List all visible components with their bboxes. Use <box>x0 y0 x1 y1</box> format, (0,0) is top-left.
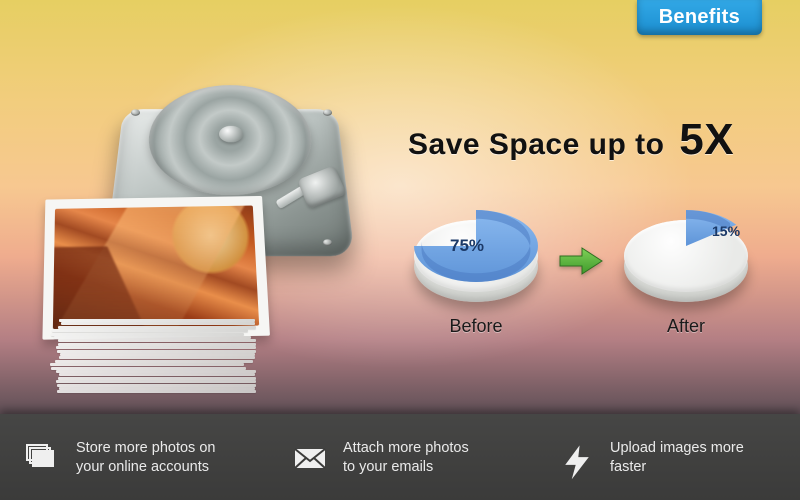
benefits-badge: Benefits <box>637 0 762 35</box>
headline-text: Save Space up to <box>408 128 664 161</box>
benefits-badge-label: Benefits <box>659 6 740 28</box>
headline-big: 5X <box>679 115 734 164</box>
pie-wedge-after <box>624 210 748 282</box>
benefit-email-l2: to your emails <box>343 458 469 477</box>
headline: Save Space up to 5X <box>408 115 734 165</box>
benefit-upload-l2: faster <box>610 458 744 477</box>
benefit-email-l1: Attach more photos <box>343 440 469 456</box>
envelope-icon <box>293 444 327 472</box>
pie-before-value: 75% <box>450 236 484 256</box>
benefit-email: Attach more photos to your emails <box>266 439 533 477</box>
chart-before-label: Before <box>402 316 550 337</box>
benefit-upload: Upload images more faster <box>533 439 800 477</box>
footer-bar: Store more photos on your online account… <box>0 414 800 500</box>
benefit-store-l1: Store more photos on <box>76 440 215 456</box>
chart-before: 75% Before <box>402 220 550 337</box>
charts-row: 75% Before <box>402 220 760 337</box>
arrow-right-icon <box>558 244 604 283</box>
benefit-upload-l1: Upload images more <box>610 440 744 456</box>
lightning-icon <box>560 444 594 472</box>
photos-stack-icon <box>26 444 60 472</box>
benefit-store: Store more photos on your online account… <box>0 439 266 477</box>
pie-after-value: 15% <box>712 223 740 239</box>
chart-after: 15% After <box>612 220 760 337</box>
benefit-store-l2: your online accounts <box>76 458 215 477</box>
chart-after-label: After <box>612 316 760 337</box>
